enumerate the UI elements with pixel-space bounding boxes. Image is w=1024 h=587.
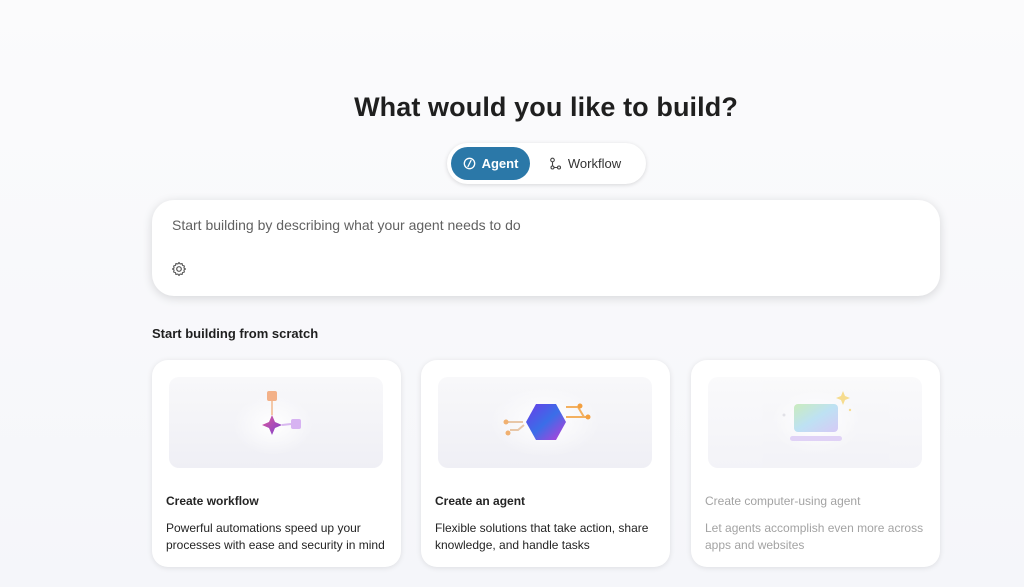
workflow-icon bbox=[550, 157, 561, 170]
computer-illustration bbox=[708, 377, 922, 468]
workflow-mode-label: Workflow bbox=[567, 156, 622, 171]
gear-icon bbox=[171, 261, 187, 277]
agent-icon bbox=[463, 157, 475, 170]
section-title: Start building from scratch bbox=[152, 326, 319, 341]
prompt-input[interactable] bbox=[172, 214, 872, 236]
create-workflow-card[interactable]: Create workflow Powerful automations spe… bbox=[152, 360, 401, 567]
card-description: Let agents accomplish even more across a… bbox=[705, 521, 924, 552]
create-agent-card[interactable]: Create an agent Flexible solutions that … bbox=[421, 360, 670, 567]
agent-mode-button[interactable]: Agent bbox=[451, 147, 530, 180]
prompt-box bbox=[152, 200, 940, 296]
agent-mode-label: Agent bbox=[481, 156, 519, 171]
card-title: Create an agent bbox=[435, 494, 526, 508]
card-description: Powerful automations speed up your proce… bbox=[166, 521, 385, 552]
create-computer-using-agent-card[interactable]: Create computer-using agent Let agents a… bbox=[691, 360, 940, 567]
mode-toggle: Agent Workflow bbox=[447, 143, 646, 184]
page-heading: What would you like to build? bbox=[354, 92, 738, 122]
agent-illustration bbox=[438, 377, 652, 468]
card-title: Create workflow bbox=[166, 494, 259, 508]
workflow-illustration bbox=[169, 377, 383, 468]
card-title: Create computer-using agent bbox=[705, 494, 861, 508]
card-description: Flexible solutions that take action, sha… bbox=[435, 521, 649, 552]
workflow-mode-button[interactable]: Workflow bbox=[530, 147, 640, 180]
settings-button[interactable] bbox=[171, 261, 189, 279]
